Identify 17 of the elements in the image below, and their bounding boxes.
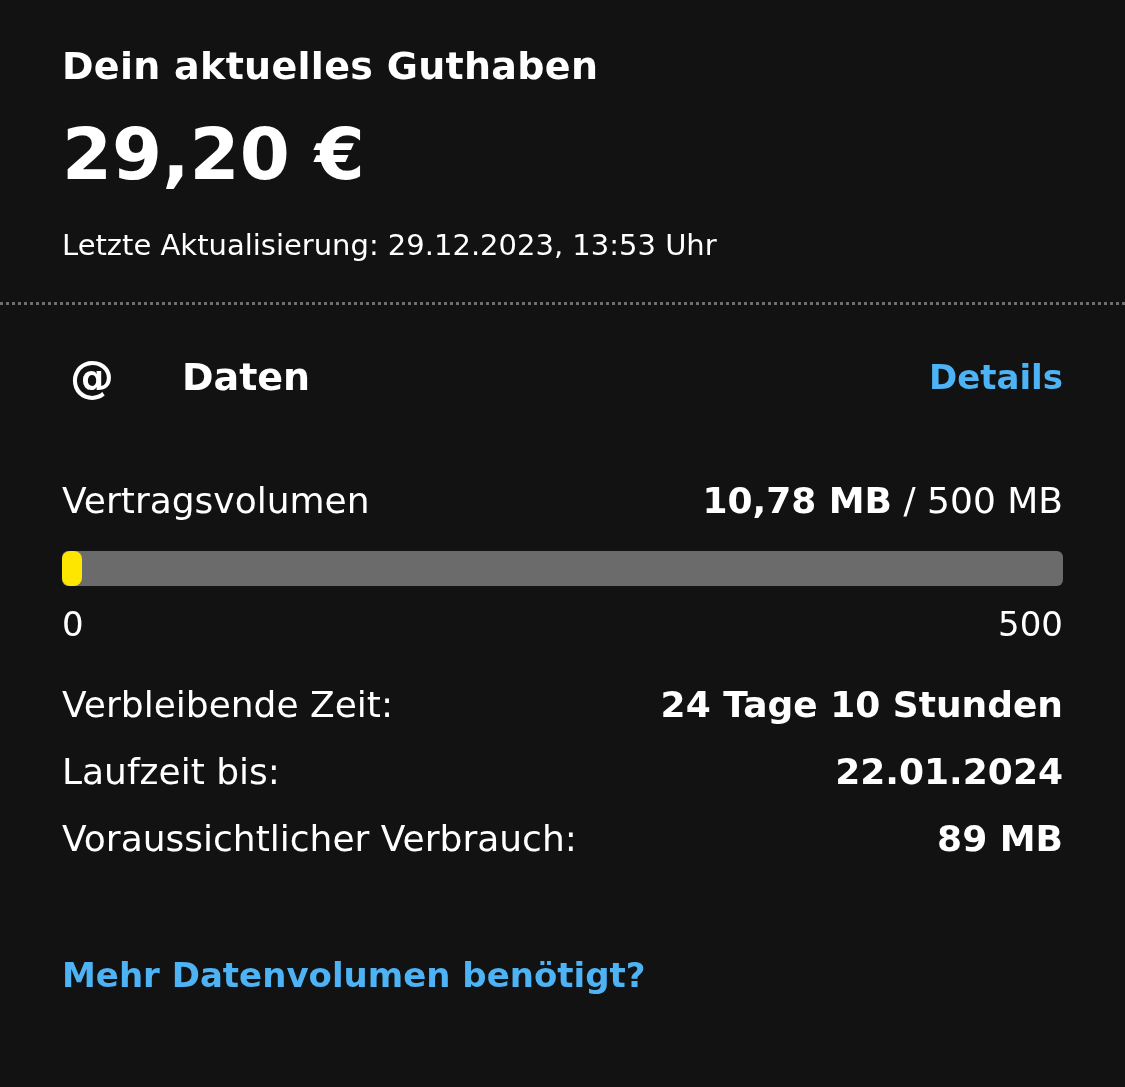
info-label: Laufzeit bis:: [62, 751, 280, 792]
volume-label: Vertragsvolumen: [62, 480, 370, 521]
volume-reading: 10,78 MB / 500 MB: [702, 480, 1063, 521]
info-value: 24 Tage 10 Stunden: [660, 684, 1063, 725]
bar-max-label: 500: [998, 604, 1063, 644]
update-time: Letzte Aktualisierung: 29.12.2023, 13:53 Uhr: [62, 228, 718, 262]
info-value: 89 MB: [937, 818, 1063, 859]
info-label: Verbleibende Zeit:: [62, 684, 394, 725]
bar-min-label: 0: [62, 604, 84, 644]
section-title: Daten: [182, 354, 312, 399]
details-link[interactable]: Details: [928, 356, 1063, 397]
info-value: 22.01.2024: [835, 751, 1063, 792]
at-icon: @: [62, 351, 182, 402]
info-label: Voraussichtlicher Verbrauch:: [62, 818, 577, 859]
balance-amount: 29,20 €: [62, 118, 366, 190]
balance-title: Dein aktuelles Guthaben: [62, 44, 600, 88]
more-data-link[interactable]: Mehr Datenvolumen benötigt?: [62, 955, 646, 995]
